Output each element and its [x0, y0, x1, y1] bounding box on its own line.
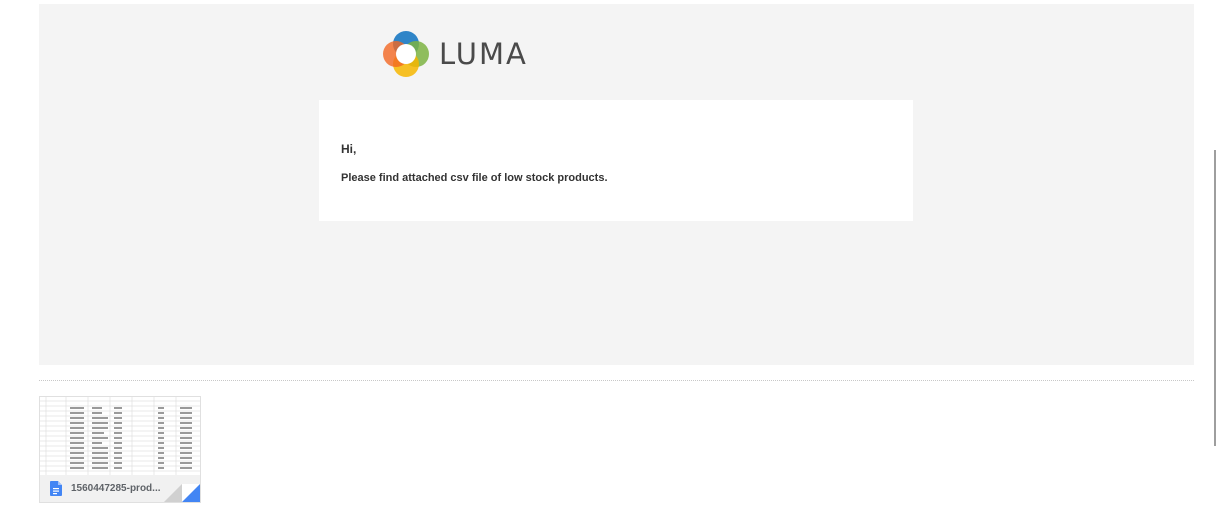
message-text: Please find attached csv file of low sto… — [341, 172, 608, 184]
luma-logo: LUMA — [381, 29, 528, 79]
attachment-filename[interactable]: 1560447285-prod... — [71, 483, 171, 494]
folded-corner-icon — [164, 484, 200, 502]
luma-logo-icon — [383, 31, 429, 77]
attachment-divider — [39, 380, 1194, 381]
message-card: Hi, Please find attached csv file of low… — [319, 100, 913, 221]
greeting-text: Hi, — [341, 142, 357, 156]
brand-name: LUMA — [439, 37, 528, 71]
attachment-thumbnail — [40, 397, 200, 475]
document-icon — [50, 481, 62, 496]
email-body: LUMA Hi, Please find attached csv file o… — [39, 4, 1194, 365]
attachment-card[interactable]: 1560447285-prod... — [39, 396, 201, 503]
scrollbar[interactable] — [1214, 150, 1216, 446]
